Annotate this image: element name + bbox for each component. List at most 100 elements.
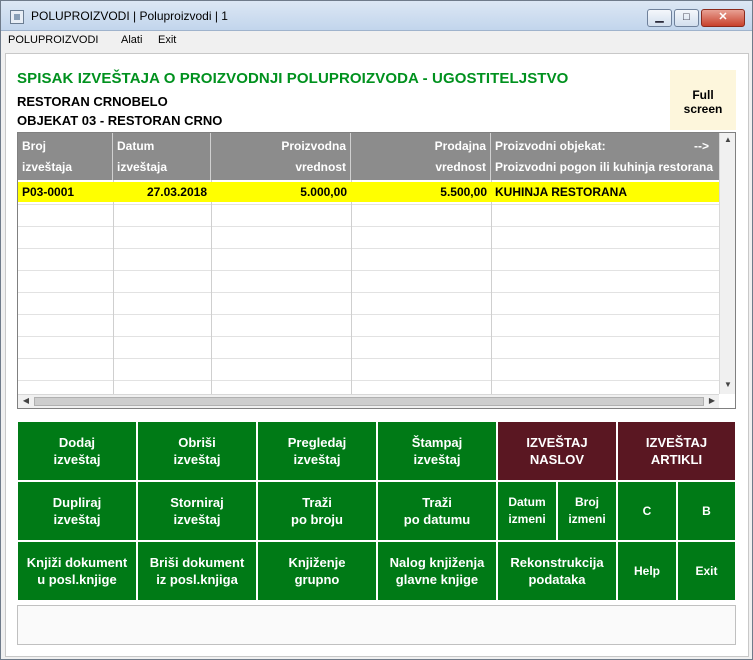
fullscreen-button[interactable]: Full screen — [670, 70, 736, 130]
row-divider — [18, 292, 719, 293]
b-button[interactable]: B — [677, 481, 736, 541]
report-header-label-1: IZVEŠTAJ — [526, 435, 588, 450]
scroll-left-icon[interactable]: ◀ — [18, 396, 34, 405]
column-divider — [351, 180, 352, 394]
scroll-right-icon[interactable]: ▶ — [704, 396, 720, 405]
scroll-down-icon[interactable]: ▼ — [720, 380, 735, 389]
column-header-objekat-line1: Proizvodni objekat: — [495, 139, 606, 153]
maximize-button[interactable]: □ — [674, 9, 699, 27]
search-by-number-button[interactable]: Traži po broju — [257, 481, 377, 541]
horizontal-scrollbar[interactable]: ◀ ▶ — [18, 394, 719, 408]
table-row[interactable]: P03-0001 27.03.2018 5.000,00 5.500,00 KU… — [18, 182, 719, 202]
post-document-label-2: u posl.knjige — [37, 572, 117, 587]
c-button[interactable]: C — [617, 481, 677, 541]
column-divider — [113, 180, 114, 394]
window-title: POLUPROIZVODI | Poluproizvodi | 1 — [31, 9, 228, 23]
vertical-scroll-track[interactable] — [722, 149, 733, 377]
minimize-button[interactable]: ▁ — [647, 9, 672, 27]
add-report-button[interactable]: Dodaj izveštaj — [17, 421, 137, 481]
cancel-report-label-1: Storniraj — [170, 495, 224, 510]
column-header-prodajna-line2: vrednost — [435, 160, 486, 174]
column-header-datum-line2: izveštaja — [117, 160, 168, 174]
table-header: Broj izveštaja Datum izveštaja Proizvodn… — [18, 133, 719, 180]
column-header-arrow: --> — [694, 139, 709, 153]
add-report-label-1: Dodaj — [58, 435, 96, 450]
unpost-document-label-2: iz posl.knjiga — [156, 572, 238, 587]
help-button[interactable]: Help — [617, 541, 677, 601]
view-report-label-2: izveštaj — [293, 452, 341, 467]
app-window: POLUPROIZVODI | Poluproizvodi | 1 ▁ □ ✕ … — [0, 0, 753, 660]
change-number-button[interactable]: Broj izmeni — [557, 481, 617, 541]
close-button[interactable]: ✕ — [701, 9, 745, 27]
report-header-label-2: NASLOV — [529, 452, 585, 467]
row-divider — [18, 226, 719, 227]
page-title: SPISAK IZVEŠTAJA O PROIZVODNJI POLUPROIZ… — [17, 70, 569, 87]
row-divider — [18, 248, 719, 249]
status-panel — [17, 605, 736, 645]
change-date-label-1: Datum — [508, 495, 546, 509]
column-header-datum[interactable]: Datum izveštaja — [113, 133, 211, 180]
menu-poluproizvodi[interactable]: POLUPROIZVODI — [8, 34, 98, 46]
cell-broj: P03-0001 — [22, 185, 75, 199]
rebuild-data-button[interactable]: Rekonstrukcija podataka — [497, 541, 617, 601]
row-divider — [18, 380, 719, 381]
duplicate-report-label-2: izveštaj — [53, 512, 101, 527]
horizontal-scroll-thumb[interactable] — [34, 397, 704, 406]
column-header-prodajna[interactable]: Prodajna vrednost — [351, 133, 491, 180]
fullscreen-label-1: Full — [692, 88, 714, 102]
column-header-prodajna-line1: Prodajna — [434, 139, 486, 153]
delete-report-button[interactable]: Obriši izveštaj — [137, 421, 257, 481]
search-by-number-label-1: Traži — [302, 495, 332, 510]
title-bar[interactable]: POLUPROIZVODI | Poluproizvodi | 1 ▁ □ ✕ — [1, 1, 752, 31]
search-by-date-button[interactable]: Traži po datumu — [377, 481, 497, 541]
column-divider — [211, 180, 212, 394]
delete-report-label-1: Obriši — [178, 435, 216, 450]
reports-table: Broj izveštaja Datum izveštaja Proizvodn… — [17, 132, 736, 409]
column-header-objekat-line1-wrap: Proizvodni objekat: --> — [495, 136, 715, 157]
change-date-button[interactable]: Datum izmeni — [497, 481, 557, 541]
column-header-objekat[interactable]: Proizvodni objekat: --> Proizvodni pogon… — [491, 133, 719, 180]
ledger-order-button[interactable]: Nalog knjiženja glavne knjige — [377, 541, 497, 601]
column-header-objekat-line2: Proizvodni pogon ili kuhinja restorana — [495, 160, 714, 174]
cell-objekat: KUHINJA RESTORANA — [495, 185, 628, 199]
action-buttons: Dodaj izveštaj Obriši izveštaj Pregledaj iz… — [17, 421, 736, 601]
row-divider — [18, 358, 719, 359]
row-divider — [18, 314, 719, 315]
column-header-proizvodna-line1: Proizvodna — [281, 139, 346, 153]
view-report-button[interactable]: Pregledaj izveštaj — [257, 421, 377, 481]
print-report-button[interactable]: Štampaj izveštaj — [377, 421, 497, 481]
group-posting-label-1: Knjiženje — [288, 555, 346, 570]
post-document-button[interactable]: Knjiži dokument u posl.knjige — [17, 541, 137, 601]
rebuild-data-label-2: podataka — [528, 572, 586, 587]
column-header-broj[interactable]: Broj izveštaja — [18, 133, 113, 180]
search-by-number-label-2: po broju — [291, 512, 343, 527]
print-report-label-1: Štampaj — [411, 435, 463, 450]
column-divider — [491, 180, 492, 394]
duplicate-report-button[interactable]: Dupliraj izveštaj — [17, 481, 137, 541]
column-header-broj-line2: izveštaja — [22, 160, 73, 174]
report-items-button[interactable]: IZVEŠTAJ ARTIKLI — [617, 421, 736, 481]
cancel-report-button[interactable]: Storniraj izveštaj — [137, 481, 257, 541]
menu-alati[interactable]: Alati — [121, 34, 142, 46]
column-header-proizvodna[interactable]: Proizvodna vrednost — [211, 133, 351, 180]
scroll-up-icon[interactable]: ▲ — [720, 135, 735, 144]
column-header-broj-line1: Broj — [22, 139, 46, 153]
cell-prodajna: 5.500,00 — [440, 185, 487, 199]
group-posting-button[interactable]: Knjiženje grupno — [257, 541, 377, 601]
report-items-label-1: IZVEŠTAJ — [645, 435, 708, 450]
report-header-button[interactable]: IZVEŠTAJ NASLOV — [497, 421, 617, 481]
change-number-label-2: izmeni — [568, 512, 606, 526]
duplicate-report-label-1: Dupliraj — [52, 495, 102, 510]
menu-exit[interactable]: Exit — [158, 34, 176, 46]
vertical-scrollbar[interactable]: ▲ ▼ — [719, 133, 735, 394]
exit-button[interactable]: Exit — [677, 541, 736, 601]
app-icon — [10, 10, 24, 24]
group-posting-label-2: grupno — [294, 572, 340, 587]
view-report-label-1: Pregledaj — [287, 435, 347, 450]
unpost-document-button[interactable]: Briši dokument iz posl.knjiga — [137, 541, 257, 601]
row-divider — [18, 336, 719, 337]
cell-datum: 27.03.2018 — [146, 185, 207, 199]
row-divider — [18, 270, 719, 271]
ledger-order-label-1: Nalog knjiženja — [389, 555, 485, 570]
row-divider — [18, 204, 719, 205]
